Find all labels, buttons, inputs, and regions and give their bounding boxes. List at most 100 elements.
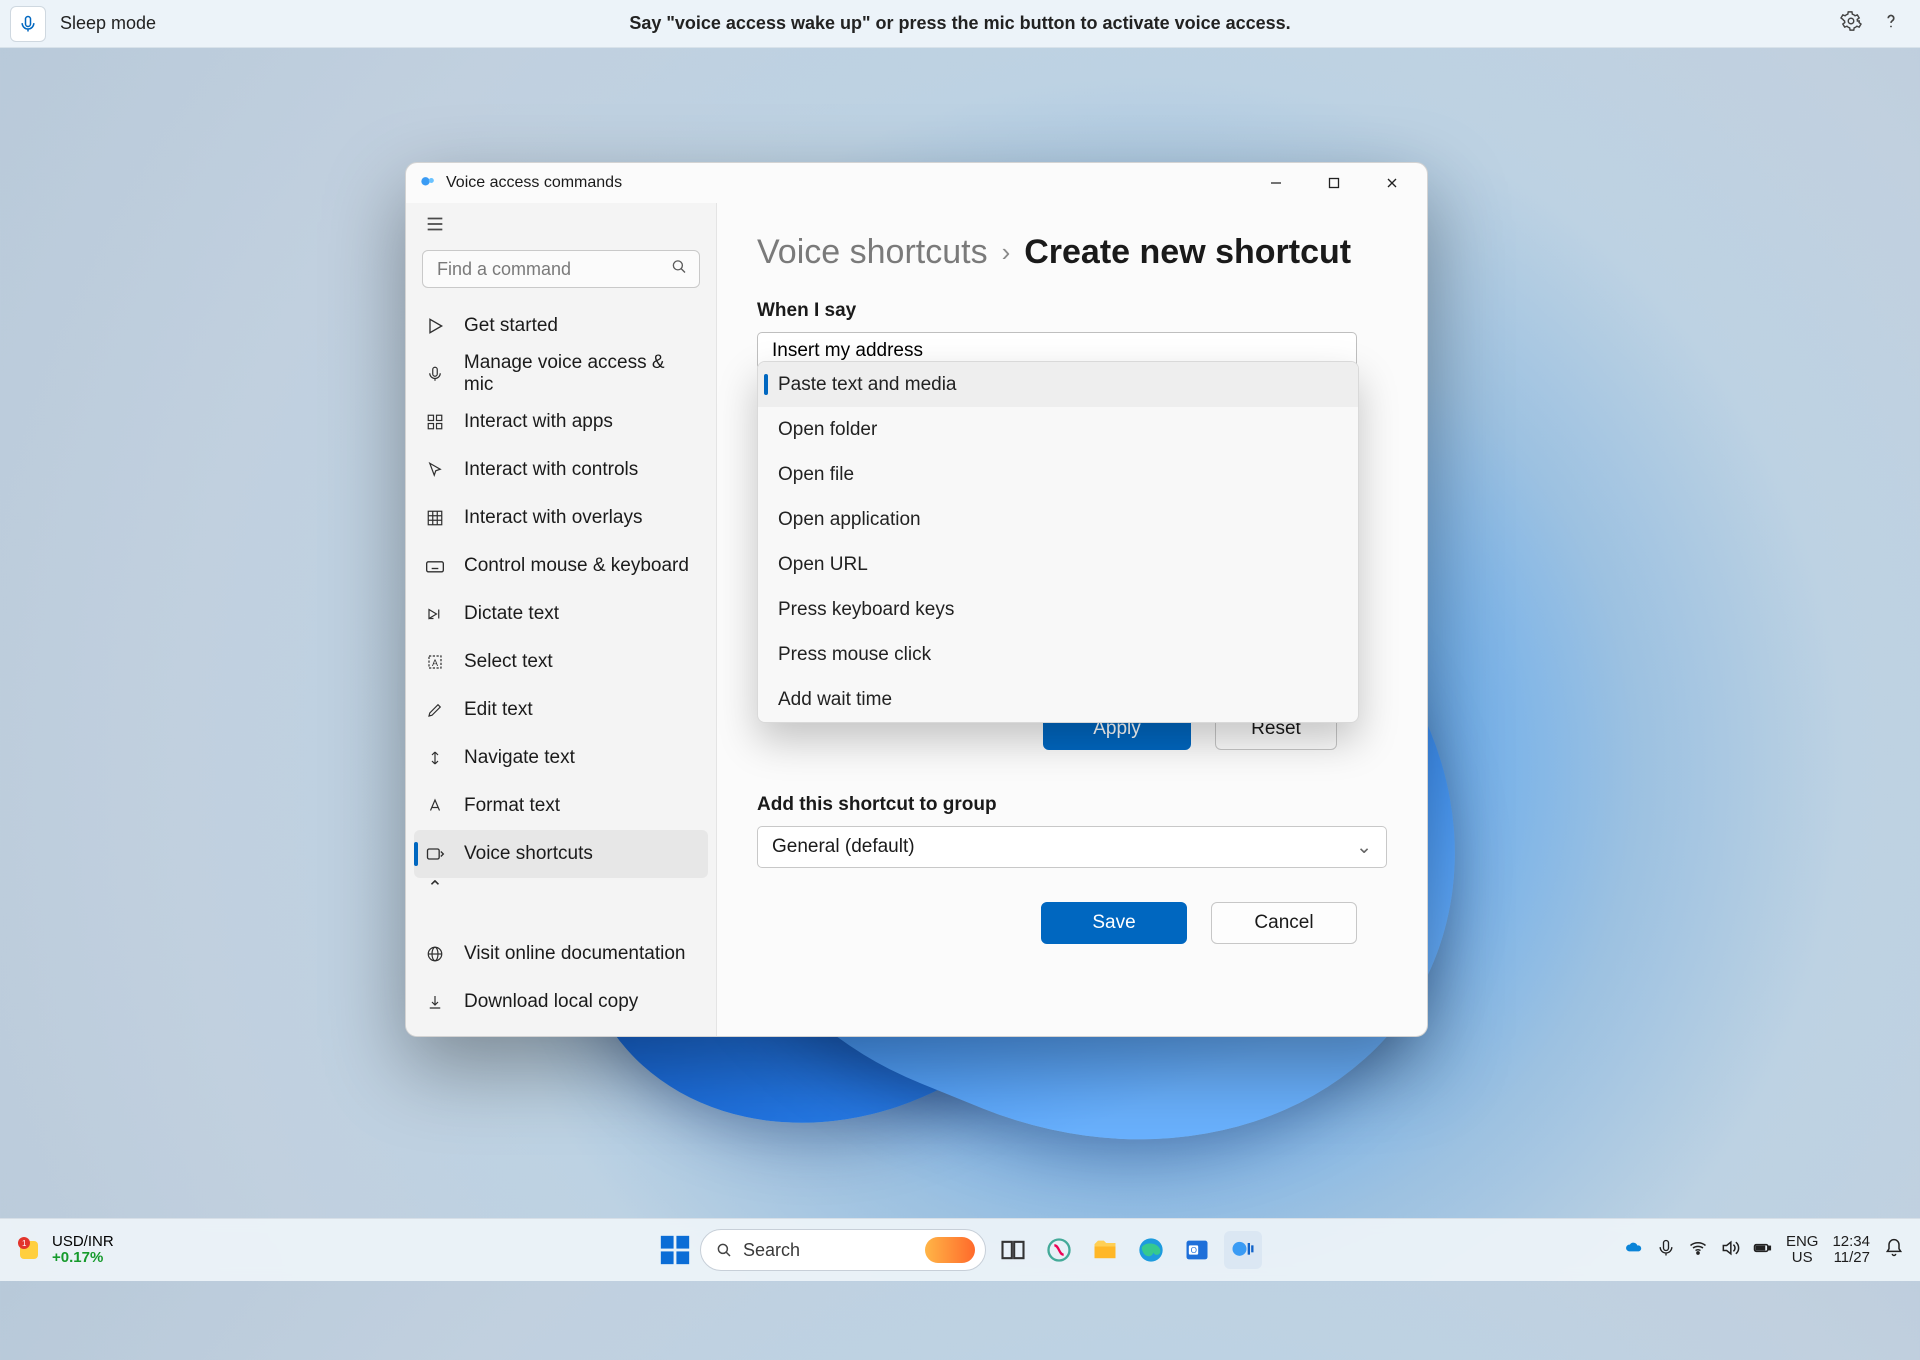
nav-interact-overlays[interactable]: Interact with overlays xyxy=(414,494,708,542)
nav-voice-shortcuts[interactable]: Voice shortcuts xyxy=(414,830,708,878)
clock[interactable]: 12:34 11/27 xyxy=(1832,1234,1870,1266)
nav-label: Interact with overlays xyxy=(464,507,642,529)
taskbar-search[interactable]: Search xyxy=(700,1229,986,1271)
dropdown-item[interactable]: Press mouse click xyxy=(758,632,1358,677)
dropdown-item[interactable]: Press keyboard keys xyxy=(758,587,1358,632)
close-button[interactable] xyxy=(1363,163,1421,203)
nav-interact-controls[interactable]: Interact with controls xyxy=(414,446,708,494)
cancel-button[interactable]: Cancel xyxy=(1211,902,1357,944)
voice-access-task-button[interactable] xyxy=(1224,1231,1262,1269)
nav-get-started[interactable]: Get started xyxy=(414,302,708,350)
svg-text:A: A xyxy=(432,658,438,668)
edge-button[interactable] xyxy=(1132,1231,1170,1269)
dropdown-item[interactable]: Open URL xyxy=(758,542,1358,587)
search-icon xyxy=(670,258,688,281)
group-select[interactable]: General (default) ⌄ xyxy=(757,826,1387,868)
svg-text:1: 1 xyxy=(22,1239,27,1248)
battery-icon[interactable] xyxy=(1752,1238,1772,1262)
mic-icon xyxy=(18,14,38,34)
nav-label: Interact with apps xyxy=(464,411,613,433)
nav-download[interactable]: Download local copy xyxy=(414,978,708,1026)
titlebar[interactable]: Voice access commands xyxy=(406,163,1427,203)
onedrive-icon[interactable] xyxy=(1624,1238,1644,1262)
sidebar: Get started Manage voice access & mic In… xyxy=(406,203,717,1036)
nav-label: Voice shortcuts xyxy=(464,843,593,865)
grid-icon xyxy=(424,509,446,527)
tray-mic-icon[interactable] xyxy=(1656,1238,1676,1262)
play-icon xyxy=(424,316,446,336)
apps-icon xyxy=(424,413,446,431)
dropdown-item[interactable]: Add wait time xyxy=(758,677,1358,722)
stock-icon: 1 xyxy=(14,1235,44,1265)
stock-widget[interactable]: 1 USD/INR +0.17% xyxy=(14,1234,114,1266)
stock-change: +0.17% xyxy=(52,1250,114,1266)
breadcrumb-parent[interactable]: Voice shortcuts xyxy=(757,233,988,272)
taskbar-search-flair xyxy=(925,1237,975,1263)
dropdown-item[interactable]: Open folder xyxy=(758,407,1358,452)
main-panel: Voice shortcuts › Create new shortcut Wh… xyxy=(717,203,1427,1036)
nav-interact-apps[interactable]: Interact with apps xyxy=(414,398,708,446)
outlook-button[interactable]: O xyxy=(1178,1231,1216,1269)
mic-icon xyxy=(424,365,446,383)
search-input[interactable] xyxy=(422,250,700,288)
language-indicator[interactable]: ENG US xyxy=(1786,1234,1819,1266)
download-icon xyxy=(424,993,446,1011)
nav-select-text[interactable]: A Select text xyxy=(414,638,708,686)
explorer-button[interactable] xyxy=(1086,1231,1124,1269)
nav-label: Get started xyxy=(464,315,558,337)
help-icon[interactable] xyxy=(1880,10,1902,37)
nav-label: Navigate text xyxy=(464,747,575,769)
nav-edit-text[interactable]: Edit text xyxy=(414,686,708,734)
voice-access-bar: Sleep mode Say "voice access wake up" or… xyxy=(0,0,1920,48)
wifi-icon[interactable] xyxy=(1688,1238,1708,1262)
nav-mouse-keyboard[interactable]: Control mouse & keyboard xyxy=(414,542,708,590)
nav-label: Dictate text xyxy=(464,603,559,625)
chevron-right-icon: › xyxy=(1002,237,1011,268)
copilot-button[interactable] xyxy=(1040,1231,1078,1269)
nav-label: Format text xyxy=(464,795,560,817)
group-label: Add this shortcut to group xyxy=(757,794,1387,816)
edit-icon xyxy=(424,701,446,719)
nav-label: Manage voice access & mic xyxy=(464,352,698,396)
maximize-button[interactable] xyxy=(1305,163,1363,203)
group-value: General (default) xyxy=(772,836,915,858)
cursor-icon xyxy=(424,461,446,479)
nav-documentation[interactable]: Visit online documentation xyxy=(414,930,708,978)
hamburger-button[interactable] xyxy=(406,203,716,246)
voice-access-message: Say "voice access wake up" or press the … xyxy=(629,13,1290,34)
dictate-icon xyxy=(424,605,446,623)
taskbar: 1 USD/INR +0.17% Search O xyxy=(0,1218,1920,1281)
notifications-icon[interactable] xyxy=(1884,1238,1904,1262)
action-dropdown: Paste text and media Open folder Open fi… xyxy=(757,361,1359,723)
globe-icon xyxy=(424,945,446,963)
save-button[interactable]: Save xyxy=(1041,902,1187,944)
volume-icon[interactable] xyxy=(1720,1238,1740,1262)
dropdown-item[interactable]: Open file xyxy=(758,452,1358,497)
mic-button[interactable] xyxy=(10,6,46,42)
nav-label: Download local copy xyxy=(464,991,638,1013)
nav-manage-mic[interactable]: Manage voice access & mic xyxy=(414,350,708,398)
nav-label: Control mouse & keyboard xyxy=(464,555,689,577)
voice-access-mode: Sleep mode xyxy=(60,13,156,34)
shortcut-icon xyxy=(424,844,446,864)
breadcrumb-current: Create new shortcut xyxy=(1024,233,1351,272)
nav-navigate-text[interactable]: Navigate text xyxy=(414,734,708,782)
start-button[interactable] xyxy=(658,1233,692,1267)
nav-label: Select text xyxy=(464,651,553,673)
nav-overflow: ⌃ xyxy=(414,878,708,898)
dropdown-item[interactable]: Paste text and media xyxy=(758,362,1358,407)
search-icon xyxy=(715,1241,733,1259)
app-icon xyxy=(418,173,438,193)
voice-commands-window: Voice access commands Get started Manage… xyxy=(405,162,1428,1037)
dropdown-item[interactable]: Open application xyxy=(758,497,1358,542)
minimize-button[interactable] xyxy=(1247,163,1305,203)
nav-dictate[interactable]: Dictate text xyxy=(414,590,708,638)
keyboard-icon xyxy=(424,556,446,576)
nav-label: Visit online documentation xyxy=(464,943,685,965)
taskbar-search-label: Search xyxy=(743,1240,800,1261)
when-i-say-label: When I say xyxy=(757,300,1387,322)
settings-icon[interactable] xyxy=(1840,10,1862,37)
nav-format-text[interactable]: Format text xyxy=(414,782,708,830)
task-view-button[interactable] xyxy=(994,1231,1032,1269)
select-icon: A xyxy=(424,653,446,671)
